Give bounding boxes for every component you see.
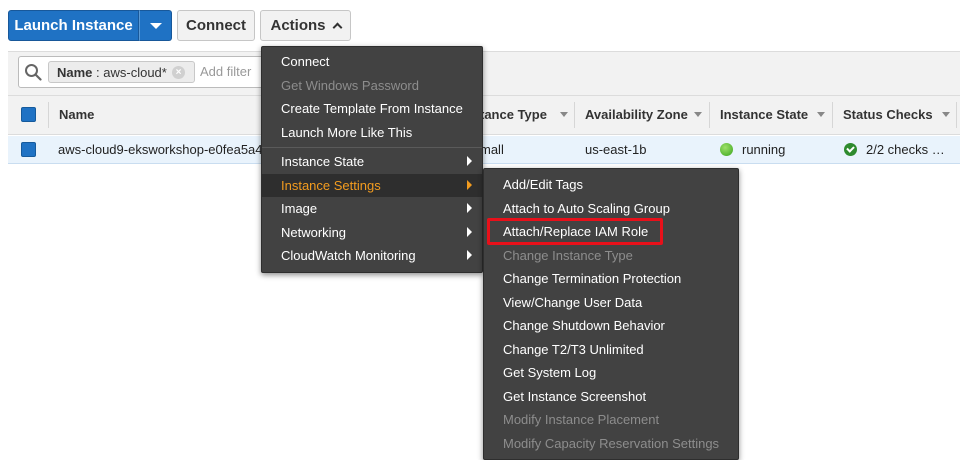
column-divider — [48, 102, 49, 128]
column-header-availability-zone[interactable]: Availability Zone — [585, 107, 688, 122]
check-circle-icon — [844, 143, 857, 156]
search-icon — [25, 64, 42, 81]
submenu-arrow-icon — [467, 203, 472, 213]
menu-item-get-instance-screenshot[interactable]: Get Instance Screenshot — [503, 389, 646, 404]
submenu-arrow-icon — [467, 227, 472, 237]
filter-token-separator: : — [92, 64, 104, 80]
menu-item-add-edit-tags[interactable]: Add/Edit Tags — [503, 177, 583, 192]
submenu-arrow-icon — [467, 156, 472, 166]
filter-token-key: Name — [57, 64, 93, 80]
cell-availability-zone: us-east-1b — [585, 142, 647, 157]
submenu-arrow-icon — [467, 180, 472, 190]
menu-item-modify-instance-placement: Modify Instance Placement — [503, 412, 660, 427]
column-header-instance-type[interactable]: tance Type — [480, 107, 547, 122]
cell-instance-state: running — [742, 142, 786, 157]
add-filter-placeholder[interactable]: Add filter — [200, 64, 251, 79]
menu-item-change-shutdown-behavior[interactable]: Change Shutdown Behavior — [503, 318, 665, 333]
menu-item-change-termination-protection[interactable]: Change Termination Protection — [503, 271, 681, 286]
menu-item-change-t2-t3-unlimited[interactable]: Change T2/T3 Unlimited — [503, 342, 644, 357]
menu-item-get-system-log[interactable]: Get System Log — [503, 365, 596, 380]
menu-item-get-windows-password: Get Windows Password — [281, 78, 419, 93]
menu-item-instance-state[interactable]: Instance State — [281, 154, 364, 169]
cell-status-checks: 2/2 checks … — [866, 142, 945, 157]
row-checkbox[interactable] — [21, 142, 36, 157]
menu-item-attach-auto-scaling[interactable]: Attach to Auto Scaling Group — [503, 201, 670, 216]
highlight-box — [487, 218, 663, 245]
sort-icon[interactable] — [942, 112, 950, 117]
launch-instance-button[interactable]: Launch Instance — [8, 10, 139, 41]
chevron-up-icon — [332, 22, 342, 33]
select-all-checkbox[interactable] — [21, 107, 36, 122]
menu-item-networking[interactable]: Networking — [281, 225, 346, 240]
filter-token-value: aws-cloud* — [103, 64, 167, 80]
menu-item-connect[interactable]: Connect — [281, 54, 329, 69]
running-status-icon — [720, 143, 733, 156]
column-divider — [574, 102, 575, 128]
sort-icon[interactable] — [694, 112, 702, 117]
sort-icon[interactable] — [817, 112, 825, 117]
menu-item-cloudwatch-monitoring[interactable]: CloudWatch Monitoring — [281, 248, 416, 263]
column-divider — [709, 102, 710, 128]
column-header-name[interactable]: Name — [59, 107, 94, 122]
remove-filter-icon[interactable]: × — [172, 66, 185, 79]
column-header-instance-state[interactable]: Instance State — [720, 107, 808, 122]
column-divider — [832, 102, 833, 128]
menu-separator — [262, 147, 482, 148]
menu-item-create-template[interactable]: Create Template From Instance — [281, 101, 463, 116]
actions-label: Actions — [270, 17, 326, 34]
menu-item-instance-settings[interactable]: Instance Settings — [281, 178, 381, 193]
sort-icon[interactable] — [560, 112, 568, 117]
submenu-arrow-icon — [467, 250, 472, 260]
column-divider — [956, 102, 957, 128]
menu-item-view-change-user-data[interactable]: View/Change User Data — [503, 295, 642, 310]
cell-instance-type: mall — [480, 142, 504, 157]
caret-down-icon — [149, 22, 162, 29]
menu-item-change-instance-type: Change Instance Type — [503, 248, 633, 263]
menu-item-modify-capacity-reservation: Modify Capacity Reservation Settings — [503, 436, 720, 451]
cell-name: aws-cloud9-eksworkshop-e0fea5a4 — [58, 142, 263, 157]
launch-instance-dropdown-button[interactable] — [139, 10, 172, 41]
connect-button[interactable]: Connect — [177, 10, 255, 41]
menu-item-image[interactable]: Image — [281, 201, 317, 216]
menu-item-launch-more[interactable]: Launch More Like This — [281, 125, 412, 140]
actions-button[interactable]: Actions — [260, 10, 351, 41]
column-header-status-checks[interactable]: Status Checks — [843, 107, 933, 122]
